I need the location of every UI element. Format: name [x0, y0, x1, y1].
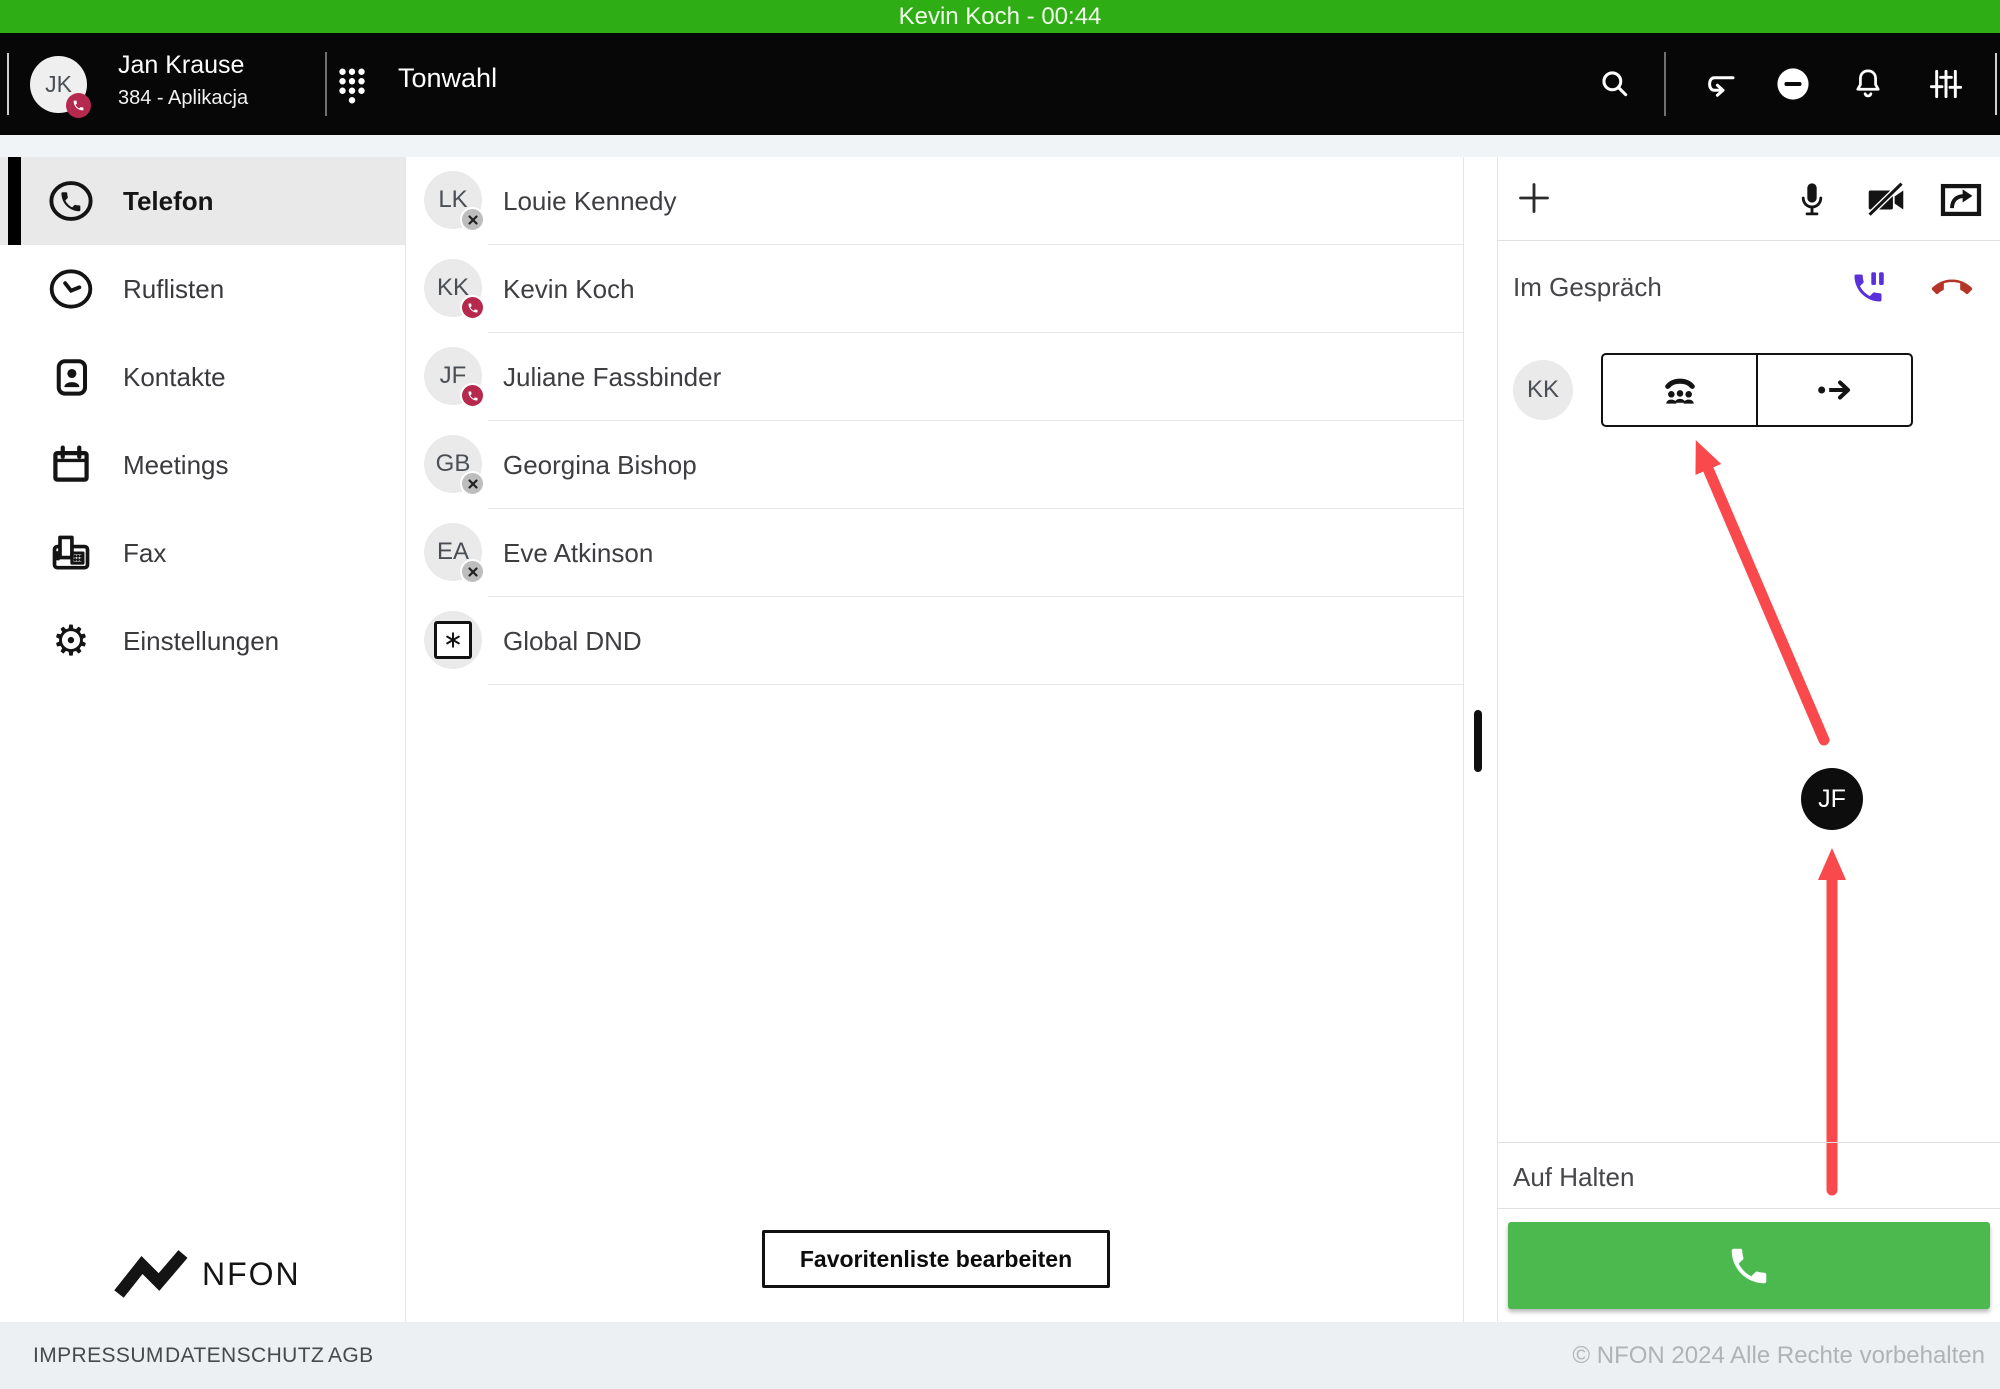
phone-icon [1726, 1243, 1772, 1289]
favorite-row[interactable]: KK Kevin Koch [405, 245, 1463, 333]
favorite-row[interactable]: JF Juliane Fassbinder [405, 333, 1463, 421]
sidebar-item-label: Kontakte [123, 333, 226, 421]
avatar-initials: KK [1527, 376, 1559, 404]
panel-resize-handle[interactable] [1474, 710, 1482, 772]
asterisk-icon [434, 621, 472, 659]
add-icon[interactable] [1516, 180, 1552, 216]
clock-icon [49, 267, 93, 311]
nfon-logo: NFON [112, 1248, 362, 1300]
user-extension: 384 - Aplikacja [118, 87, 248, 110]
call-button[interactable] [1508, 1222, 1990, 1309]
contact-card-icon [49, 355, 93, 399]
search-icon[interactable] [1597, 66, 1633, 102]
sidebar-item-label: Ruflisten [123, 245, 224, 333]
user-name: Jan Krause [118, 51, 244, 80]
dialpad-icon[interactable] [337, 67, 367, 105]
sidebar-item-telefon[interactable]: Telefon [0, 157, 405, 245]
audio-settings-icon[interactable] [1928, 66, 1964, 102]
avatar-initials: JK [45, 71, 72, 98]
dnd-status-icon [460, 207, 485, 232]
app-header: JK Jan Krause 384 - Aplikacja Tonwahl [0, 33, 2000, 135]
phone-busy-icon [66, 93, 91, 118]
transfer-icon [1815, 373, 1855, 407]
hangup-icon[interactable] [1930, 270, 1974, 306]
avatar: KK [1513, 360, 1573, 420]
arrow-to-conference-button [1706, 464, 1824, 740]
favorite-row[interactable]: LK Louie Kennedy [405, 157, 1463, 245]
in-call-status-icon [460, 383, 485, 408]
footer-link-agb[interactable]: AGB [328, 1322, 374, 1389]
dial-mode-label: Tonwahl [398, 63, 497, 94]
notifications-icon[interactable] [1850, 66, 1886, 102]
call-hold-icon[interactable] [1848, 268, 1888, 308]
favorite-name: Kevin Koch [503, 245, 635, 333]
avatar-initials: JF [440, 362, 467, 390]
sidebar-item-meetings[interactable]: Meetings [0, 421, 405, 509]
transfer-button[interactable] [1757, 353, 1913, 427]
sidebar-item-kontakte[interactable]: Kontakte [0, 333, 405, 421]
call-redirect-icon[interactable] [1700, 66, 1736, 102]
sidebar-item-label: Telefon [123, 157, 214, 245]
favorite-row[interactable]: EA Eve Atkinson [405, 509, 1463, 597]
app-footer: IMPRESSUM DATENSCHUTZ AGB © NFON 2024 Al… [0, 1322, 2000, 1389]
sidebar-item-label: Einstellungen [123, 597, 279, 685]
favorite-name: Eve Atkinson [503, 509, 653, 597]
edit-favorites-label: Favoritenliste bearbeiten [800, 1246, 1072, 1273]
nfon-logo-text: NFON [202, 1256, 301, 1293]
favorite-name: Louie Kennedy [503, 157, 676, 245]
sidebar-item-label: Meetings [123, 421, 229, 509]
sidebar-item-label: Fax [123, 509, 166, 597]
footer-link-datenschutz[interactable]: DATENSCHUTZ [165, 1322, 324, 1389]
gear-icon: ⚙ [49, 619, 93, 663]
panel-divider [1497, 240, 2000, 241]
sidebar-item-ruflisten[interactable]: Ruflisten [0, 245, 405, 333]
fax-icon [49, 531, 93, 575]
dnd-status-icon [460, 471, 485, 496]
hold-label: Auf Halten [1513, 1162, 1634, 1193]
copyright-text: © NFON 2024 Alle Rechte vorbehalten [1572, 1322, 1985, 1389]
favorite-row-global-dnd[interactable]: Global DND [405, 597, 1463, 685]
identity-scroll-edge-left [7, 53, 9, 115]
favorite-name: Juliane Fassbinder [503, 333, 721, 421]
row-divider [488, 684, 1463, 685]
camera-off-icon[interactable] [1864, 180, 1908, 220]
panel-divider [1497, 1142, 2000, 1143]
favorite-name: Georgina Bishop [503, 421, 697, 509]
favorite-row[interactable]: GB Georgina Bishop [405, 421, 1463, 509]
sidebar-item-einstellungen[interactable]: ⚙ Einstellungen [0, 597, 405, 685]
active-call-timer: Kevin Koch - 00:44 [899, 3, 1102, 31]
content-top-band [0, 135, 2000, 157]
sidebar-item-fax[interactable]: Fax [0, 509, 405, 597]
panel-divider [1497, 1208, 2000, 1209]
pending-party-avatar[interactable]: JF [1801, 768, 1863, 830]
conference-button[interactable] [1601, 353, 1757, 427]
avatar [424, 611, 482, 669]
call-action-buttons [1601, 353, 1913, 427]
header-divider [325, 52, 327, 116]
dnd-icon[interactable] [1775, 66, 1811, 102]
edit-favorites-button[interactable]: Favoritenliste bearbeiten [762, 1230, 1110, 1288]
identity-scroll-edge-right [1995, 53, 1997, 115]
microphone-icon[interactable] [1792, 177, 1832, 221]
active-indicator-bar [8, 157, 21, 245]
in-call-label: Im Gespräch [1513, 272, 1662, 303]
calendar-icon [49, 443, 93, 487]
in-call-status-icon [460, 295, 485, 320]
nfon-logo-icon [112, 1250, 192, 1298]
footer-link-impressum[interactable]: IMPRESSUM [33, 1322, 164, 1389]
avatar-initials: JF [1818, 785, 1846, 814]
header-divider [1664, 52, 1666, 116]
dnd-status-icon [460, 559, 485, 584]
active-call-status-bar[interactable]: Kevin Koch - 00:44 [0, 0, 2000, 33]
call-panel-border [1497, 157, 1498, 1322]
favorite-name: Global DND [503, 597, 642, 685]
conference-icon [1660, 372, 1700, 408]
pop-out-icon[interactable] [1938, 181, 1984, 219]
favorites-panel-border [1463, 157, 1464, 1322]
softphone-app: Kevin Koch - 00:44 JK Jan Krause 384 - A… [0, 0, 2000, 1389]
phone-icon [49, 179, 93, 223]
